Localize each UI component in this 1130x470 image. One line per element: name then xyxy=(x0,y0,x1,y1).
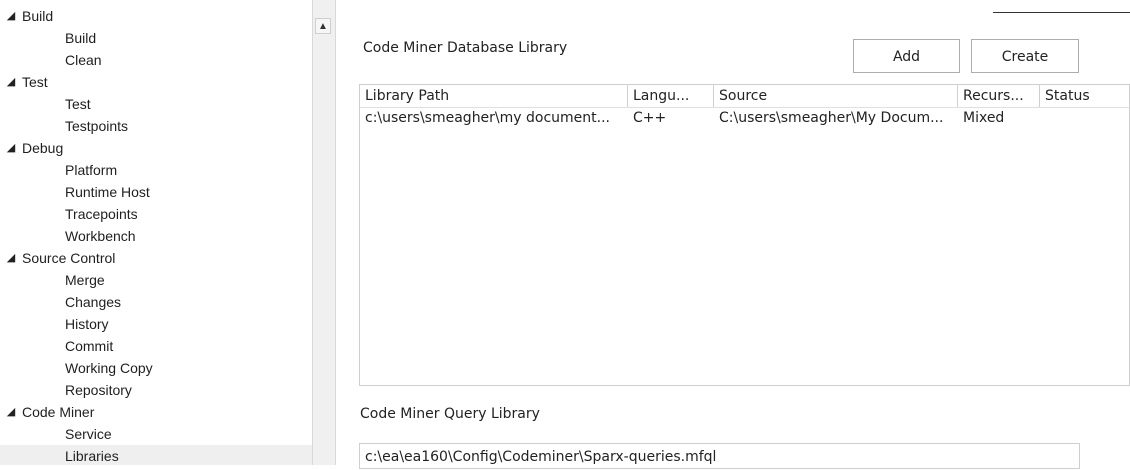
tree-item-working-copy[interactable]: Working Copy xyxy=(0,357,312,379)
tree-group-debug[interactable]: ◢ Debug xyxy=(0,137,312,159)
column-header-library-path[interactable]: Library Path xyxy=(360,85,628,107)
cell-source: C:\users\smeagher\My Docum... xyxy=(719,110,944,126)
tree-item-commit[interactable]: Commit xyxy=(0,335,312,357)
tree-item-label: Build xyxy=(22,8,54,24)
cell-status xyxy=(1040,108,1129,128)
column-header-status[interactable]: Status xyxy=(1040,85,1129,107)
tree-item-label: Platform xyxy=(65,162,118,178)
tree-item-label: Clean xyxy=(65,52,102,68)
tree-item-label: History xyxy=(65,316,109,332)
tree-item-label: Service xyxy=(65,426,112,442)
tree-item-history[interactable]: History xyxy=(0,313,312,335)
create-button[interactable]: Create xyxy=(971,39,1079,73)
tree-item-label: Testpoints xyxy=(65,118,129,134)
tree-item-testpoints[interactable]: Testpoints xyxy=(0,115,312,137)
tree-group-test[interactable]: ◢ Test xyxy=(0,71,312,93)
tree-item-label: Test xyxy=(65,96,91,112)
db-library-title: Code Miner Database Library xyxy=(363,40,568,56)
tree-item-label: Repository xyxy=(65,382,132,398)
tree-item-label: Debug xyxy=(22,140,64,156)
tree-item-tracepoints[interactable]: Tracepoints xyxy=(0,203,312,225)
column-header-language[interactable]: Langu... xyxy=(628,85,714,107)
expand-triangle-icon[interactable]: ◢ xyxy=(4,401,18,423)
expand-triangle-icon[interactable]: ◢ xyxy=(4,5,18,27)
scroll-up-arrow-icon[interactable]: ▲ xyxy=(315,18,331,34)
tree-item-clean[interactable]: Clean xyxy=(0,49,312,71)
tree-item-label: Test xyxy=(22,74,48,90)
tree-item-label: Build xyxy=(65,30,97,46)
tree-group-source-control[interactable]: ◢ Source Control xyxy=(0,247,312,269)
tree-item-label: Merge xyxy=(65,272,105,288)
tree-item-libraries[interactable]: Libraries xyxy=(0,445,312,465)
tree-scrollbar[interactable]: ▲ xyxy=(312,0,336,465)
query-library-title: Code Miner Query Library xyxy=(360,406,540,422)
tree-item-label: Workbench xyxy=(65,228,136,244)
tree-item-service[interactable]: Service xyxy=(0,423,312,445)
tree-item-label: Tracepoints xyxy=(65,206,138,222)
tree-item-test[interactable]: Test xyxy=(0,93,312,115)
column-header-recursive[interactable]: Recurs... xyxy=(958,85,1040,107)
tree-panel: ◢ Build Build Clean ◢ Test Test Testpoints ◢ Debu… xyxy=(0,0,313,465)
tree-item-workbench[interactable]: Workbench xyxy=(0,225,312,247)
tree-item-build[interactable]: Build xyxy=(0,27,312,49)
tree-item-label: Code Miner xyxy=(22,404,95,420)
tree-item-label: Working Copy xyxy=(65,360,153,376)
cell-language: C++ xyxy=(633,110,667,126)
column-header-source[interactable]: Source xyxy=(714,85,958,107)
divider-line xyxy=(993,12,1130,13)
db-library-list[interactable]: Library Path Langu... Source Recurs... S… xyxy=(359,84,1130,386)
expand-triangle-icon[interactable]: ◢ xyxy=(4,247,18,269)
tree-item-label: Changes xyxy=(65,294,122,310)
tree-item-runtime-host[interactable]: Runtime Host xyxy=(0,181,312,203)
tree-item-platform[interactable]: Platform xyxy=(0,159,312,181)
list-header: Library Path Langu... Source Recurs... S… xyxy=(360,85,1129,108)
expand-triangle-icon[interactable]: ◢ xyxy=(4,137,18,159)
tree-item-label: Source Control xyxy=(22,250,116,266)
table-row[interactable]: c:\users\smeagher\my document... C++ C:\… xyxy=(360,108,1129,128)
query-library-path-field[interactable]: c:\ea\ea160\Config\Codeminer\Sparx-queri… xyxy=(359,443,1080,469)
tree-item-merge[interactable]: Merge xyxy=(0,269,312,291)
tree-item-changes[interactable]: Changes xyxy=(0,291,312,313)
cell-library-path: c:\users\smeagher\my document... xyxy=(365,110,611,126)
tree-item-label: Commit xyxy=(65,338,114,354)
tree-item-repository[interactable]: Repository xyxy=(0,379,312,401)
add-button[interactable]: Add xyxy=(853,39,960,73)
cell-recursive: Mixed xyxy=(963,110,1005,126)
tree-item-label: Libraries xyxy=(65,448,119,464)
expand-triangle-icon[interactable]: ◢ xyxy=(4,71,18,93)
tree-group-code-miner[interactable]: ◢ Code Miner xyxy=(0,401,312,423)
tree-group-build[interactable]: ◢ Build xyxy=(0,5,312,27)
tree-item-label: Runtime Host xyxy=(65,184,150,200)
